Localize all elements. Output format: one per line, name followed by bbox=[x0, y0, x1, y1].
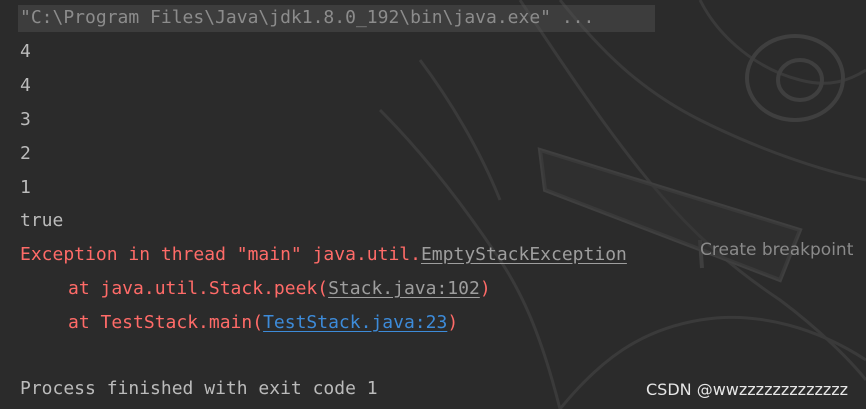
exception-prefix: Exception in thread "main" java.util. bbox=[20, 244, 421, 265]
stack-frame-text: at java.util.Stack.peek( bbox=[68, 278, 329, 299]
output-line: 4 bbox=[20, 41, 31, 62]
output-line: 1 bbox=[20, 177, 31, 198]
stack-frame-close: ) bbox=[447, 312, 459, 333]
output-line: true bbox=[20, 210, 64, 231]
run-console: "C:\Program Files\Java\jdk1.8.0_192\bin\… bbox=[0, 0, 866, 409]
output-line: 3 bbox=[20, 109, 31, 130]
java-command-line[interactable]: "C:\Program Files\Java\jdk1.8.0_192\bin\… bbox=[20, 6, 594, 30]
stack-frame-close: ) bbox=[479, 278, 491, 299]
csdn-watermark: CSDN @wwzzzzzzzzzzzzz bbox=[646, 380, 849, 399]
background-artwork bbox=[378, 0, 866, 409]
stack-frame: at TestStack.main(TestStack.java:23) bbox=[20, 311, 458, 335]
process-exit-message: Process finished with exit code 1 bbox=[20, 378, 378, 399]
exception-class-link[interactable]: EmptyStackException bbox=[421, 244, 627, 265]
output-line: 4 bbox=[20, 75, 31, 96]
stack-frame-text: at TestStack.main( bbox=[68, 312, 264, 333]
create-breakpoint-hint[interactable]: Create breakpoint bbox=[700, 240, 853, 260]
exception-line: Exception in thread "main" java.util.Emp… bbox=[20, 243, 627, 267]
output-line: 2 bbox=[20, 143, 31, 164]
stack-frame: at java.util.Stack.peek(Stack.java:102) bbox=[20, 277, 491, 301]
stack-frame-source-link[interactable]: Stack.java:102 bbox=[328, 278, 480, 299]
stack-frame-source-link[interactable]: TestStack.java:23 bbox=[263, 312, 447, 333]
